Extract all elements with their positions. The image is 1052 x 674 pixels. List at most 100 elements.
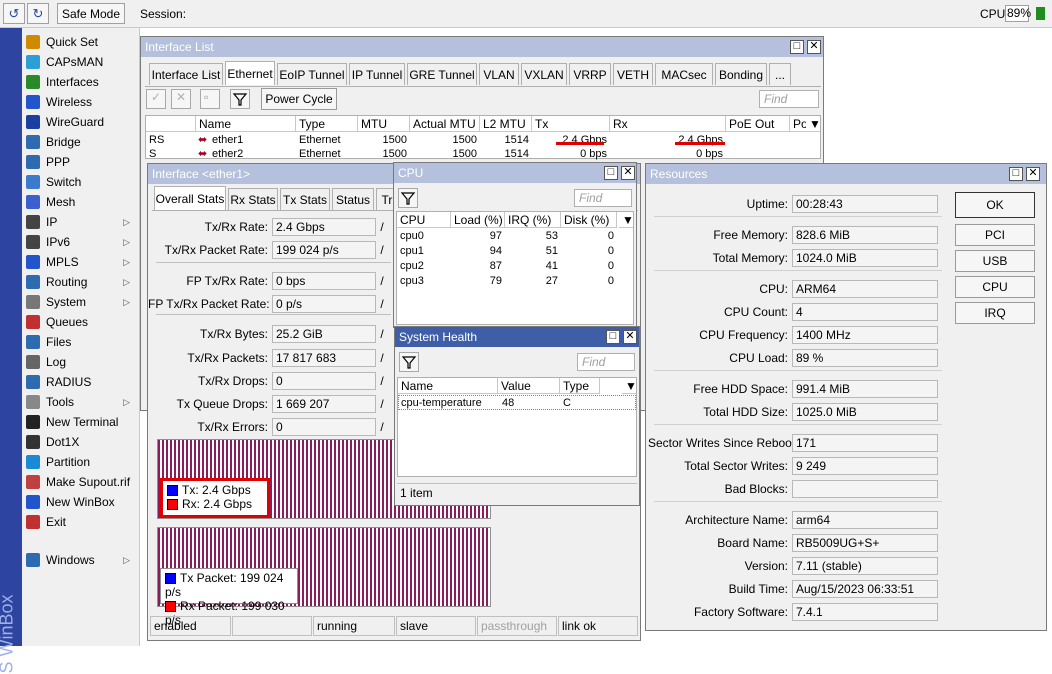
column-menu-icon[interactable]: ▼ [619,212,633,228]
sidebar-item-dot1x[interactable]: Dot1X [24,432,138,452]
sidebar-item-mpls[interactable]: MPLS ▷ [24,252,138,272]
cpu-find-input[interactable]: Find [574,189,632,207]
close-icon[interactable]: ✕ [1026,167,1040,181]
tab-veth[interactable]: VETH [613,63,653,85]
usb-button[interactable]: USB [955,250,1035,272]
sidebar-item-tools[interactable]: Tools ▷ [24,392,138,412]
ok-button[interactable]: OK [955,192,1035,218]
cpu-row[interactable]: cpu2 87 41 0 [397,259,633,274]
sidebar-item-ipv6[interactable]: IPv6 ▷ [24,232,138,252]
cpu-column-header[interactable]: IRQ (%) [505,212,561,228]
restore-icon[interactable]: □ [790,40,804,54]
sidebar-item-ip[interactable]: IP ▷ [24,212,138,232]
sidebar-item-switch[interactable]: Switch [24,172,138,192]
close-icon[interactable]: ✕ [621,166,635,180]
column-header[interactable] [146,116,196,132]
restore-icon[interactable]: □ [604,166,618,180]
sidebar-item-new-winbox[interactable]: New WinBox [24,492,138,512]
divider [156,314,391,315]
redo-button[interactable]: ↻ [27,3,49,24]
sidebar-item-partition[interactable]: Partition [24,452,138,472]
column-header[interactable]: Rx [610,116,726,132]
column-menu-icon[interactable]: ▼ [622,378,636,394]
undo-button[interactable]: ↺ [3,3,25,24]
tab-vlan[interactable]: VLAN [479,63,519,85]
filter-icon[interactable] [398,188,418,208]
column-header[interactable]: Tx [532,116,610,132]
health-column-header[interactable]: Type [560,378,600,394]
sidebar-item-radius[interactable]: RADIUS [24,372,138,392]
sidebar-item-capsman[interactable]: CAPsMAN [24,52,138,72]
tab-interface-list[interactable]: Interface List [149,63,223,85]
sidebar-item-ppp[interactable]: PPP [24,152,138,172]
pci-button[interactable]: PCI [955,224,1035,246]
health-find-input[interactable]: Find [577,353,635,371]
health-column-header[interactable]: Value [498,378,560,394]
column-header[interactable]: Actual MTU [410,116,480,132]
sidebar-item-system[interactable]: System ▷ [24,292,138,312]
disable-icon[interactable]: ✕ [171,89,191,109]
sidebar-item-wireguard[interactable]: WireGuard [24,112,138,132]
tab-status[interactable]: Status [332,188,374,210]
tab-eoip-tunnel[interactable]: EoIP Tunnel [277,63,347,85]
tab-bonding[interactable]: Bonding [715,63,767,85]
filter-icon[interactable] [399,352,419,372]
find-input[interactable]: Find [759,90,819,108]
comment-icon[interactable]: ▫ [200,89,220,109]
sidebar-item-label: CAPsMAN [46,55,104,69]
sidebar-item-new-terminal[interactable]: New Terminal [24,412,138,432]
restore-icon[interactable]: □ [1009,167,1023,181]
restore-icon[interactable]: □ [606,330,620,344]
enable-icon[interactable]: ✓ [146,89,166,109]
tab-gre-tunnel[interactable]: GRE Tunnel [407,63,477,85]
column-header[interactable]: Type [296,116,358,132]
sidebar-item-queues[interactable]: Queues [24,312,138,332]
cpu-row[interactable]: cpu1 94 51 0 [397,244,633,259]
safe-mode-button[interactable]: Safe Mode [57,3,125,24]
sidebar-item-quick-set[interactable]: Quick Set [24,32,138,52]
tab-ip-tunnel[interactable]: IP Tunnel [349,63,405,85]
close-icon[interactable]: ✕ [623,330,637,344]
power-cycle-button[interactable]: Power Cycle [261,88,337,110]
switch-icon [26,175,40,189]
tab-overall-stats[interactable]: Overall Stats [154,186,226,210]
cpu-button[interactable]: CPU [955,276,1035,298]
column-header[interactable]: L2 MTU [480,116,532,132]
sidebar-item-routing[interactable]: Routing ▷ [24,272,138,292]
tab-tx-stats[interactable]: Tx Stats [280,188,330,210]
tab-rx-stats[interactable]: Rx Stats [228,188,278,210]
sidebar-item-files[interactable]: Files [24,332,138,352]
tab-macsec[interactable]: MACsec [655,63,713,85]
row-l2mtu: 1514 [504,148,529,160]
irq-button[interactable]: IRQ [955,302,1035,324]
table-row[interactable]: S ⬌ ether2 Ethernet 1500 1500 1514 0 bps 0 bps [146,147,820,161]
column-menu-icon[interactable]: ▼ [806,116,820,132]
cpu-row[interactable]: cpu3 79 27 0 [397,274,633,289]
column-header[interactable]: Name [196,116,296,132]
sidebar-item-wireless[interactable]: Wireless [24,92,138,112]
health-table: Name Value Type ▼ cpu-temperature 48 C [397,377,637,477]
row-rx: 0 bps [696,148,723,160]
sidebar-item-bridge[interactable]: Bridge [24,132,138,152]
column-header[interactable]: PoE Out [726,116,790,132]
cpu-row[interactable]: cpu0 97 53 0 [397,229,633,244]
sidebar-item-interfaces[interactable]: Interfaces [24,72,138,92]
sidebar-item-windows[interactable]: Windows ▷ [24,550,138,570]
field-value: 1 669 207 [272,395,376,413]
cpu-column-header[interactable]: Disk (%) [561,212,617,228]
column-header[interactable]: MTU [358,116,410,132]
sidebar-item-mesh[interactable]: Mesh [24,192,138,212]
cpu-column-header[interactable]: Load (%) [451,212,505,228]
sidebar-item-log[interactable]: Log [24,352,138,372]
filter-icon[interactable] [230,89,250,109]
health-column-header[interactable]: Name [398,378,498,394]
tab--[interactable]: ... [769,63,791,85]
tab-ethernet[interactable]: Ethernet [225,61,275,85]
tab-vrrp[interactable]: VRRP [569,63,611,85]
cpu-column-header[interactable]: CPU [397,212,451,228]
sidebar-item-make-supout-rif[interactable]: Make Supout.rif [24,472,138,492]
tab-vxlan[interactable]: VXLAN [521,63,567,85]
sidebar-item-exit[interactable]: Exit [24,512,138,532]
health-row[interactable]: cpu-temperature 48 C [398,395,636,410]
close-icon[interactable]: ✕ [807,40,821,54]
